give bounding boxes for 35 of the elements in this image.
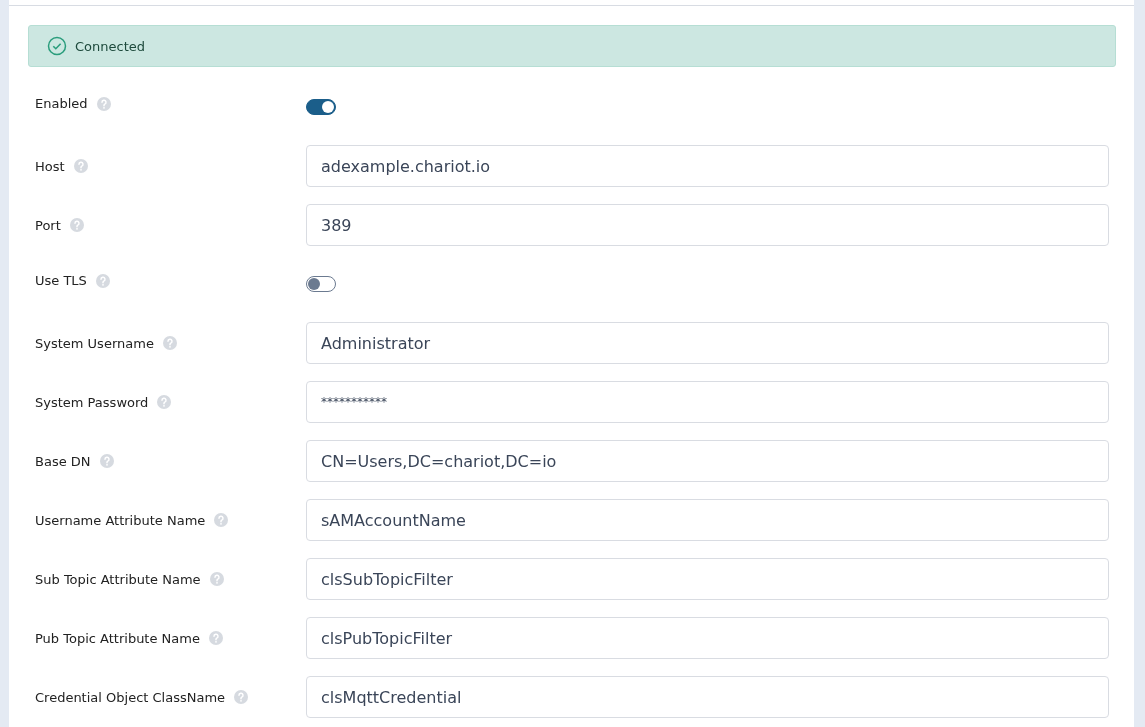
field-label: Enabled xyxy=(35,96,88,111)
help-icon[interactable] xyxy=(209,572,224,586)
input-field[interactable]: adexample.chariot.io xyxy=(306,145,1109,187)
toggle-switch[interactable] xyxy=(306,99,336,115)
help-icon[interactable] xyxy=(157,395,172,409)
input-field[interactable]: clsSubTopicFilter xyxy=(306,558,1109,600)
check-circle-icon xyxy=(47,36,67,56)
toggle-switch[interactable] xyxy=(306,276,336,292)
help-icon[interactable] xyxy=(208,631,223,645)
help-icon[interactable] xyxy=(162,336,177,350)
input-field[interactable]: 389 xyxy=(306,204,1109,246)
input-field[interactable]: clsMqttCredential xyxy=(306,676,1109,718)
field-label: System Password xyxy=(35,394,149,410)
help-icon[interactable] xyxy=(214,513,229,527)
field-label: Sub Topic Attribute Name xyxy=(35,571,201,587)
input-field[interactable]: sAMAccountName xyxy=(306,499,1109,541)
field-label: Use TLS xyxy=(35,273,87,288)
field-label: Pub Topic Attribute Name xyxy=(35,630,200,646)
help-icon[interactable] xyxy=(99,454,114,468)
help-icon[interactable] xyxy=(234,690,249,704)
help-icon[interactable] xyxy=(69,218,84,232)
help-icon[interactable] xyxy=(73,159,88,173)
field-label: Port xyxy=(35,217,61,233)
input-field[interactable]: Administrator xyxy=(306,322,1109,364)
input-field[interactable]: CN=Users,DC=chariot,DC=io xyxy=(306,440,1109,482)
field-label: Username Attribute Name xyxy=(35,512,206,528)
alert-text: Connected xyxy=(75,38,145,54)
field-label: System Username xyxy=(35,335,154,351)
field-label: Host xyxy=(35,158,65,174)
field-label: Credential Object ClassName xyxy=(35,689,226,705)
input-field[interactable]: *********** xyxy=(306,381,1109,423)
help-icon[interactable] xyxy=(95,273,110,288)
field-label: Base DN xyxy=(35,453,91,469)
input-field[interactable]: clsPubTopicFilter xyxy=(306,617,1109,659)
help-icon[interactable] xyxy=(96,96,111,111)
